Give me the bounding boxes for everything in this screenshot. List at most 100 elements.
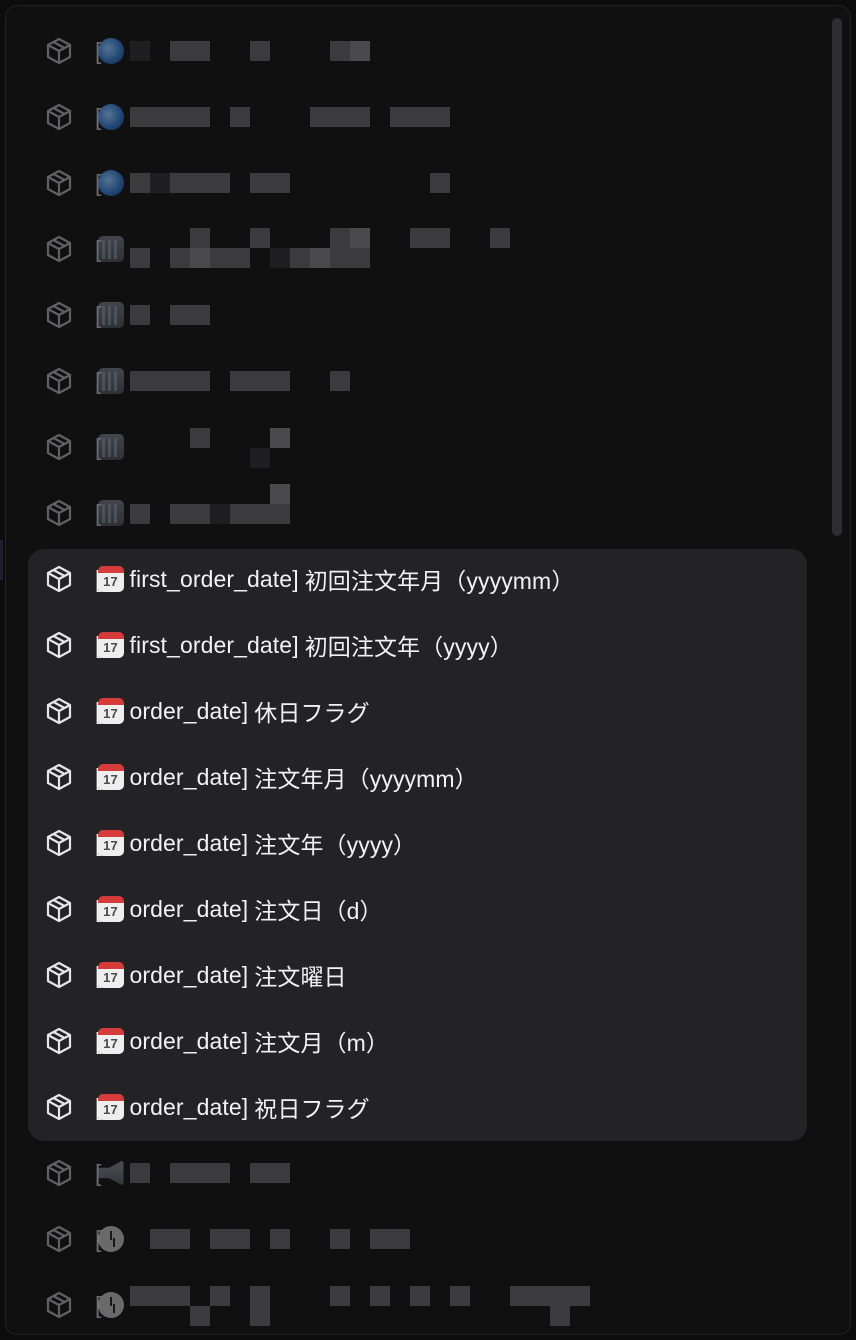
cube-icon (44, 828, 74, 858)
list-item[interactable]: [ (28, 480, 806, 546)
calendar-icon (97, 632, 124, 658)
list-item[interactable]: [ (28, 216, 806, 282)
close-bracket: ] (241, 1093, 249, 1120)
redacted-text (129, 1156, 290, 1190)
item-label: [order_date]注文月（m） (95, 1024, 389, 1058)
cube-icon (44, 960, 74, 990)
cube-icon (44, 234, 74, 264)
calendar-icon (97, 698, 124, 724)
item-title: 祝日フラグ (254, 1096, 370, 1122)
calendar-icon (97, 1094, 124, 1120)
calendar-icon (97, 962, 124, 988)
close-bracket: ] (241, 895, 249, 922)
list-item[interactable]: [order_date]注文曜日 (28, 942, 806, 1008)
list-item[interactable]: [order_date]注文年（yyyy） (28, 810, 806, 876)
redacted-text (129, 166, 450, 200)
item-title: 注文年月（yyyymm） (254, 766, 478, 792)
building-icon (97, 434, 124, 460)
redacted-text (129, 100, 450, 134)
item-label: [order_date]休日フラグ (95, 694, 370, 728)
redacted-text (129, 484, 290, 530)
column-name: order_date (129, 1093, 242, 1120)
list-item[interactable]: [ (28, 348, 806, 414)
cube-icon (44, 1158, 74, 1188)
column-name: order_date (129, 1027, 242, 1054)
redacted-text (129, 228, 510, 268)
cube-icon (44, 432, 74, 462)
item-label: [ (95, 428, 290, 468)
item-label: [ (95, 1286, 590, 1326)
list-item[interactable]: [ (28, 1206, 806, 1272)
list-item[interactable]: [ (28, 1140, 806, 1206)
list-item[interactable]: [ (28, 282, 806, 348)
cube-icon (44, 1290, 74, 1320)
redacted-text (130, 428, 290, 468)
building-icon (97, 302, 124, 328)
cube-icon (44, 1224, 74, 1254)
globe-icon (97, 38, 124, 64)
column-name: order_date (129, 829, 242, 856)
item-title: 注文月（m） (254, 1030, 390, 1056)
building-icon (97, 500, 124, 526)
redacted-text (129, 364, 350, 398)
item-label: [ (95, 1222, 410, 1256)
close-bracket: ] (241, 763, 249, 790)
close-bracket: ] (241, 961, 249, 988)
item-label: [order_date]祝日フラグ (95, 1090, 370, 1124)
item-label: [ (95, 364, 350, 398)
clock-icon (97, 1292, 124, 1318)
redacted-text (129, 1286, 590, 1326)
item-label: [ (95, 484, 290, 530)
list-item[interactable]: [ (28, 414, 806, 480)
close-bracket: ] (292, 565, 299, 592)
list-item[interactable]: [first_order_date]初回注文年（yyyy） (28, 612, 806, 678)
list-item[interactable]: [order_date]注文年月（yyyymm） (28, 744, 806, 810)
close-bracket: ] (241, 829, 249, 856)
item-label: [ (95, 298, 210, 332)
cube-icon (44, 1092, 74, 1122)
calendar-icon (97, 896, 124, 922)
cube-icon (44, 366, 74, 396)
cube-icon (44, 168, 74, 198)
redacted-text (130, 1222, 410, 1256)
calendar-icon (97, 764, 124, 790)
list-item[interactable]: [first_order_date]初回注文年月（yyyymm） (28, 546, 806, 612)
item-label: [ (95, 228, 510, 268)
column-name: first_order_date (129, 631, 293, 658)
column-name: order_date (129, 961, 242, 988)
item-label: [first_order_date]初回注文年月（yyyymm） (95, 562, 574, 596)
list-item[interactable]: [ (28, 1272, 806, 1338)
building-icon (97, 368, 124, 394)
globe-icon (97, 170, 124, 196)
cube-icon (44, 762, 74, 792)
redacted-text (129, 298, 210, 332)
building-icon (97, 236, 124, 262)
list-item[interactable]: [order_date]祝日フラグ (28, 1074, 806, 1140)
cube-icon (44, 564, 74, 594)
list-item[interactable]: [ (28, 84, 806, 150)
item-label: [ (95, 34, 370, 68)
item-label: [order_date]注文曜日 (95, 958, 347, 992)
calendar-icon (97, 830, 124, 856)
item-title: 注文年（yyyy） (254, 832, 417, 858)
cube-icon (44, 1026, 74, 1056)
cube-icon (44, 102, 74, 132)
list-item[interactable]: [order_date]注文月（m） (28, 1008, 806, 1074)
list-item[interactable]: [ (28, 18, 806, 84)
redacted-text (129, 34, 370, 68)
background-edge (0, 540, 3, 580)
scrollbar-thumb[interactable] (832, 18, 842, 536)
list-item[interactable]: [order_date]注文日（d） (28, 876, 806, 942)
cube-icon (44, 894, 74, 924)
column-name: order_date (129, 697, 242, 724)
list-item[interactable]: [ (28, 150, 806, 216)
item-label: [ (95, 100, 450, 134)
column-name: order_date (129, 895, 242, 922)
item-label: [order_date]注文年月（yyyymm） (95, 760, 478, 794)
item-label: [first_order_date]初回注文年（yyyy） (95, 628, 513, 662)
item-title: 初回注文年月（yyyymm） (304, 568, 575, 594)
cube-icon (44, 630, 74, 660)
item-label: [order_date]注文日（d） (95, 892, 383, 926)
list-item[interactable]: [order_date]休日フラグ (28, 678, 806, 744)
calendar-icon (97, 1028, 124, 1054)
